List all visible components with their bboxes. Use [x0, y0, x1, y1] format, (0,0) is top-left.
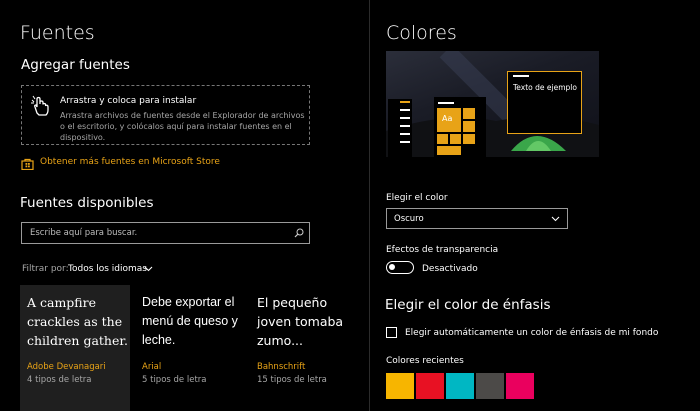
recent-colors-label: Colores recientes — [386, 356, 464, 366]
preview-tile: Aa — [437, 108, 461, 132]
font-face-count: 5 tipos de letra — [142, 375, 207, 385]
font-card-bahnschrift[interactable]: El pequeño joven tomaba zumo... Bahnschr… — [250, 285, 360, 411]
auto-accent-label: Elegir automáticamente un color de énfas… — [405, 328, 659, 338]
font-card-adobe-devanagari[interactable]: A campfire crackles as the children gath… — [20, 285, 130, 411]
add-fonts-heading: Agregar fuentes — [21, 57, 130, 73]
auto-accent-checkbox[interactable] — [386, 327, 397, 338]
preview-start-list — [388, 99, 412, 157]
font-sample: A campfire crackles as the children gath… — [27, 295, 128, 348]
fonts-panel: Fuentes Agregar fuentes Arrastra y coloc… — [0, 0, 370, 411]
recent-color-swatch[interactable] — [446, 373, 474, 399]
filter-label: Filtrar por: — [22, 264, 69, 274]
font-sample: El pequeño joven tomaba zumo... — [257, 295, 344, 348]
font-name: Arial — [142, 362, 162, 372]
font-card-arial[interactable]: Debe exportar el menú de queso y leche. … — [135, 285, 245, 411]
dropzone-title: Arrastra y coloca para instalar — [60, 96, 197, 106]
accent-heading: Elegir el color de énfasis — [385, 297, 551, 313]
preview-start-tiles: Aa — [434, 97, 486, 157]
filter-dropdown[interactable]: Todos los idiomas — [68, 264, 147, 274]
transparency-state: Desactivado — [422, 264, 478, 274]
preview-window-text: Texto de ejemplo — [513, 83, 577, 92]
color-mode-select[interactable]: Oscuro — [386, 208, 568, 229]
transparency-label: Efectos de transparencia — [386, 245, 499, 255]
search-placeholder: Escribe aquí para buscar. — [30, 228, 138, 238]
transparency-toggle[interactable] — [386, 261, 414, 274]
colors-title: Colores — [386, 22, 457, 44]
font-drop-zone[interactable]: Arrastra y coloca para instalar Arrastra… — [21, 85, 310, 145]
recent-color-swatch[interactable] — [506, 373, 534, 399]
available-fonts-heading: Fuentes disponibles — [20, 195, 154, 211]
font-face-count: 15 tipos de letra — [257, 375, 327, 385]
font-name: Adobe Devanagari — [27, 362, 106, 372]
store-link[interactable]: Obtener más fuentes en Microsoft Store — [40, 157, 220, 167]
chevron-down-icon[interactable] — [144, 266, 153, 272]
dropzone-description: Arrastra archivos de fuentes desde el Ex… — [60, 111, 305, 142]
font-name: Bahnschrift — [257, 362, 306, 372]
font-sample: Debe exportar el menú de queso y leche. — [142, 295, 238, 347]
recent-color-swatch[interactable] — [476, 373, 504, 399]
preview-window: Texto de ejemplo — [507, 71, 582, 134]
search-icon[interactable] — [294, 228, 304, 238]
recent-color-swatch[interactable] — [386, 373, 414, 399]
toggle-knob — [389, 264, 395, 270]
choose-color-label: Elegir el color — [386, 193, 448, 203]
color-mode-value: Oscuro — [394, 214, 424, 224]
chevron-down-icon — [551, 216, 560, 222]
font-face-count: 4 tipos de letra — [27, 375, 92, 385]
font-search-input[interactable]: Escribe aquí para buscar. — [21, 222, 310, 244]
drag-hand-icon — [31, 95, 49, 116]
theme-preview: Aa Texto de ejemplo — [386, 51, 599, 157]
recent-color-swatch[interactable] — [416, 373, 444, 399]
page-title: Fuentes — [20, 22, 95, 44]
store-bag-icon — [21, 155, 34, 171]
colors-panel: Colores Aa Texto de ejemplo Elegir el co… — [370, 0, 700, 411]
